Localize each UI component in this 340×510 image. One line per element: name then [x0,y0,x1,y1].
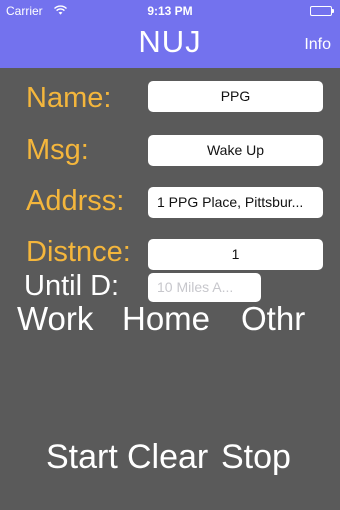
status-bar: Carrier 9:13 PM [0,0,340,22]
other-button[interactable]: Othr [241,300,305,338]
app-title: NUJ [138,24,202,59]
distance-label: Distnce: [26,236,131,268]
start-button[interactable]: Start [46,438,118,477]
navigation-bar: NUJ Info [0,22,340,68]
name-input[interactable]: PPG [148,81,323,112]
work-button[interactable]: Work [17,300,93,338]
distance-input[interactable]: 1 [148,239,323,270]
address-label: Addrss: [26,185,125,217]
address-input[interactable]: 1 PPG Place, Pittsbur... [148,187,323,218]
info-button[interactable]: Info [304,36,331,54]
msg-input[interactable]: Wake Up [148,135,323,166]
battery-icon [310,6,334,16]
until-distance-label: Until D: [24,270,120,302]
stop-button[interactable]: Stop [221,438,291,477]
until-distance-input[interactable]: 10 Miles A... [148,273,261,302]
status-time: 9:13 PM [147,4,193,18]
name-label: Name: [26,82,112,114]
msg-label: Msg: [26,134,89,166]
clear-button[interactable]: Clear [127,438,208,477]
home-button[interactable]: Home [122,300,210,338]
